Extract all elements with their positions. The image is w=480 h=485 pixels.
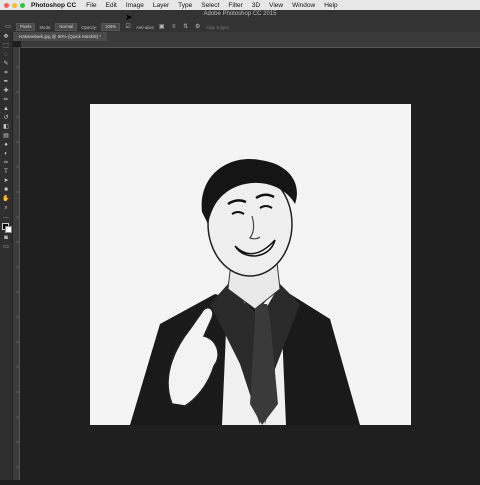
healing-icon[interactable]: ✚ — [2, 88, 10, 95]
menu-layer[interactable]: Layer — [153, 2, 169, 9]
menu-image[interactable]: Image — [126, 2, 144, 9]
antialias-label: Anti-alias — [136, 24, 154, 30]
menu-edit[interactable]: Edit — [106, 2, 117, 9]
eyedropper-icon[interactable]: ✒ — [2, 79, 10, 86]
dodge-icon[interactable]: ◐ — [2, 151, 10, 158]
hand-icon[interactable]: ✋ — [2, 196, 10, 203]
document-tab[interactable]: Hakanebark.jpg @ 50% (Quick Mask/8) * — [13, 32, 108, 41]
shape-tool-icon[interactable]: ▭ — [4, 24, 12, 30]
type-icon[interactable]: T — [2, 169, 10, 176]
path-select-icon[interactable]: ➤ — [2, 178, 10, 185]
window-controls — [4, 2, 25, 8]
menu-help[interactable]: Help — [324, 2, 337, 9]
gradient-icon[interactable]: ▤ — [2, 133, 10, 140]
quick-select-icon[interactable]: ✎ — [2, 61, 10, 68]
move-icon[interactable]: ✥ — [2, 34, 10, 41]
quick-mask-icon[interactable]: ◙ — [2, 235, 10, 242]
eraser-icon[interactable]: ◧ — [2, 124, 10, 131]
zoom-window-icon[interactable] — [20, 2, 25, 8]
crop-icon[interactable]: ⌗ — [2, 70, 10, 77]
document-canvas[interactable] — [90, 104, 411, 425]
horizontal-ruler — [21, 41, 480, 54]
antialias-checkbox[interactable]: ☑ — [124, 24, 132, 30]
screen-mode-icon[interactable]: ▭ — [2, 244, 10, 251]
tools-panel: ✥ ⬚ ◌ ✎ ⌗ ✒ ✚ ✏ ▲ ↺ ◧ ▤ ● ◐ ✑ T ➤ ■ ✋ ⌕ … — [0, 32, 13, 480]
brush-icon[interactable]: ✏ — [2, 97, 10, 104]
menu-file[interactable]: File — [86, 2, 96, 9]
options-bar: Adobe Photoshop CC 2015 ▭ Pixels Mode: N… — [0, 10, 480, 33]
menu-window[interactable]: Window — [292, 2, 315, 9]
menu-view[interactable]: View — [269, 2, 283, 9]
opacity-label: Opacity: — [81, 24, 98, 30]
gear-icon[interactable]: ⚙ — [194, 24, 202, 30]
menu-type[interactable]: Type — [178, 2, 192, 9]
mouse-cursor-icon: ➤ — [125, 12, 133, 22]
history-brush-icon[interactable]: ↺ — [2, 115, 10, 122]
path-arrange-icon[interactable]: ⇅ — [182, 24, 190, 30]
align-edges-label: Align Edges — [205, 24, 229, 30]
shape-icon[interactable]: ■ — [2, 187, 10, 194]
color-swatch-icon[interactable] — [2, 223, 12, 233]
document-tab-bar: Hakanebark.jpg @ 50% (Quick Mask/8) * — [13, 32, 480, 41]
stamp-icon[interactable]: ▲ — [2, 106, 10, 113]
mode-label: Mode: — [39, 24, 52, 30]
mode-select[interactable]: Normal — [55, 23, 78, 31]
options-row: ▭ Pixels Mode: Normal Opacity: 100% ☑ An… — [4, 23, 229, 31]
window-title: Adobe Photoshop CC 2015 — [203, 11, 277, 17]
menu-3d[interactable]: 3D — [252, 2, 260, 9]
path-align-icon[interactable]: ≡ — [170, 24, 178, 30]
opacity-input[interactable]: 100% — [101, 23, 121, 31]
mac-menu-bar: Photoshop CC File Edit Image Layer Type … — [0, 0, 480, 10]
pen-icon[interactable]: ✑ — [2, 160, 10, 167]
menu-filter[interactable]: Filter — [228, 2, 242, 9]
close-icon[interactable] — [4, 2, 9, 8]
zoom-icon[interactable]: ⌕ — [2, 205, 10, 212]
vertical-ruler — [13, 47, 20, 480]
minimize-icon[interactable] — [12, 2, 17, 8]
source-select[interactable]: Pixels — [16, 23, 36, 31]
portrait-illustration — [90, 104, 411, 425]
app-menu[interactable]: Photoshop CC — [31, 2, 76, 9]
lasso-icon[interactable]: ◌ — [2, 52, 10, 59]
marquee-icon[interactable]: ⬚ — [2, 43, 10, 50]
menu-select[interactable]: Select — [201, 2, 219, 9]
ruler-ticks-vertical — [16, 66, 19, 468]
blur-icon[interactable]: ● — [2, 142, 10, 149]
path-ops-icon[interactable]: ▣ — [158, 24, 166, 30]
more-icon[interactable]: … — [2, 214, 10, 221]
